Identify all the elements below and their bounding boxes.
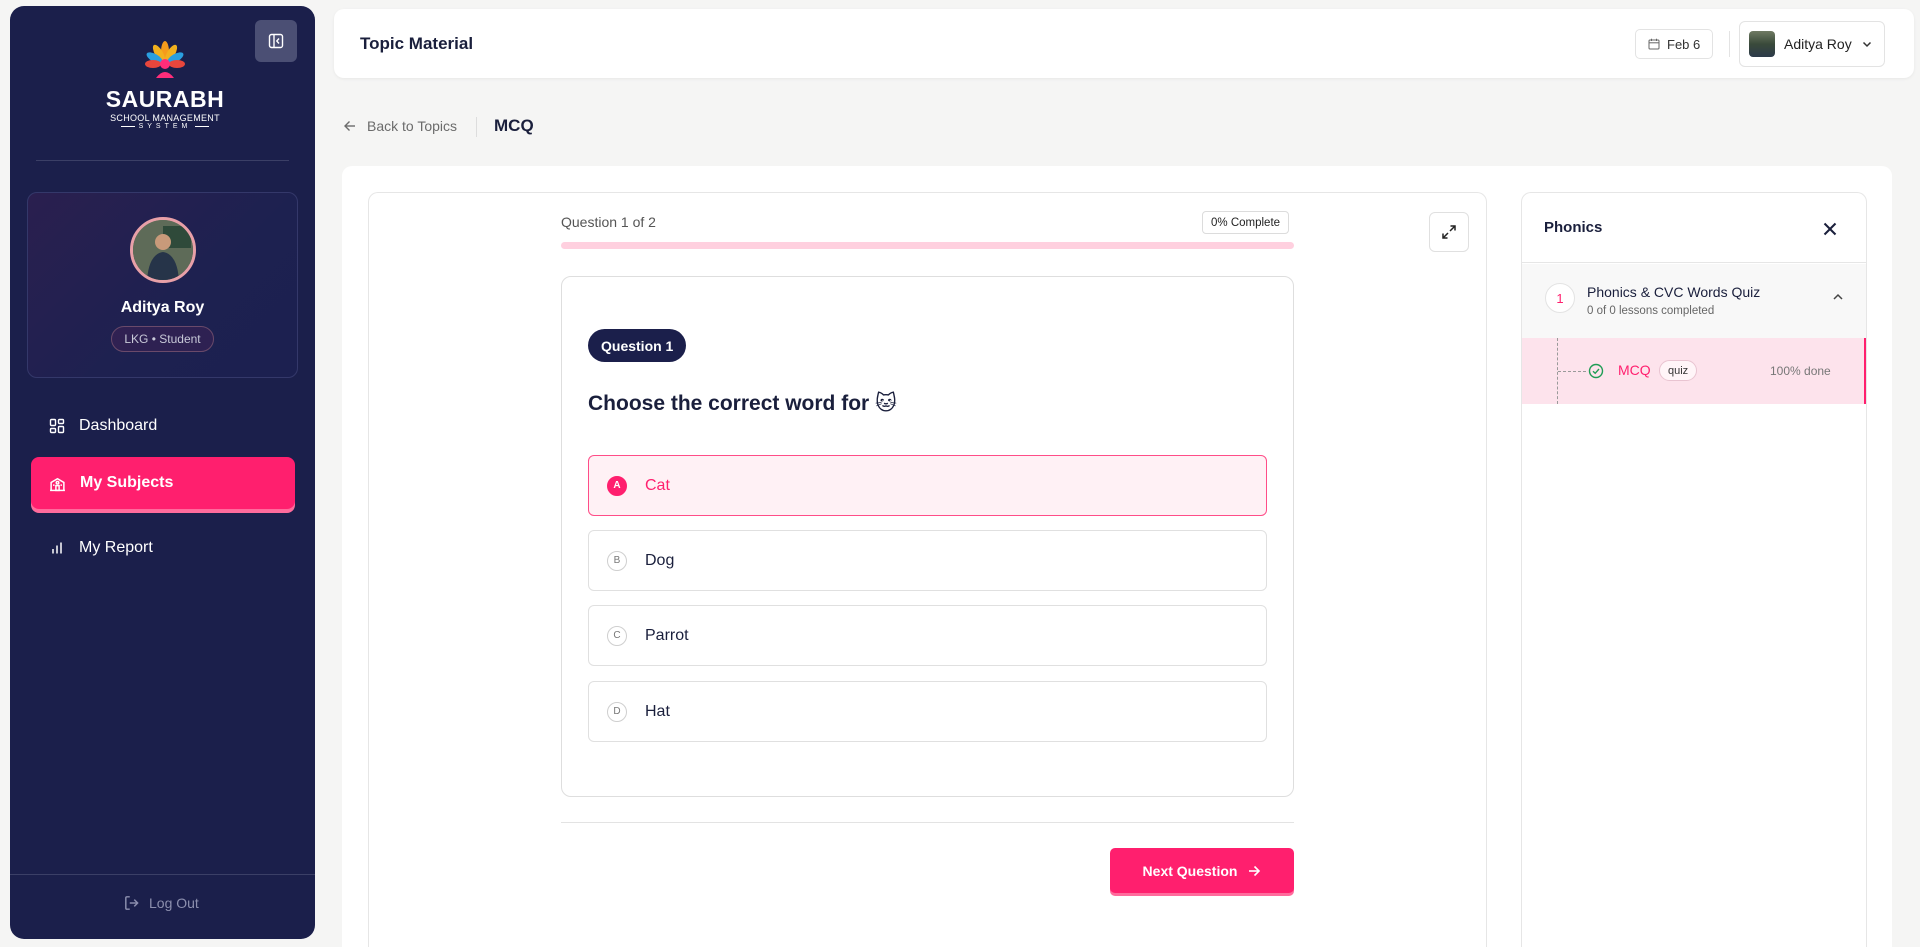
breadcrumb-divider [476,117,477,137]
option-letter: D [607,701,627,722]
answer-option-d[interactable]: D Hat [588,681,1267,742]
fullscreen-button[interactable] [1429,212,1469,252]
sidebar-item-label: Dashboard [79,417,158,434]
avatar [129,217,196,283]
option-letter: C [607,625,627,646]
school-icon [50,477,65,491]
chevron-up-icon[interactable] [1831,290,1845,304]
logout-button[interactable]: Log Out [123,894,199,912]
module-number: 1 [1545,283,1575,313]
logout-icon [125,896,139,910]
close-icon [1823,222,1837,236]
lesson-type-tag: quiz [1659,360,1698,381]
question-text: Choose the correct word for 🐱 [588,392,897,415]
question-progress-label: Question 1 of 2 [561,214,656,230]
profile-card: Aditya Roy LKG • Student [27,192,298,378]
sidebar-item-my-subjects[interactable]: My Subjects [31,457,295,509]
collapse-sidebar-button[interactable] [255,20,297,62]
sidebar-item-my-report[interactable]: My Report [31,522,295,574]
sidebar-collapse-icon [268,33,284,49]
back-link-label: Back to Topics [367,118,458,134]
answer-option-c[interactable]: C Parrot [588,605,1267,666]
avatar [1749,31,1775,57]
next-question-button[interactable]: Next Question [1110,848,1294,893]
logout-label: Log Out [149,895,199,911]
percent-complete-badge: 0% Complete [1202,211,1290,234]
brand-logo: SAURABH SCHOOL MANAGEMENT SYSTEM [105,38,225,138]
tree-connector-horizontal [1558,371,1586,372]
header-divider [1729,31,1730,57]
profile-role-badge: LKG • Student [111,326,214,352]
date-chip: Feb 6 [1635,29,1714,59]
arrow-left-icon [344,121,355,131]
option-text: Parrot [645,626,689,644]
arrow-right-icon [1249,865,1261,876]
lesson-name: MCQ [1618,362,1651,378]
next-question-label: Next Question [1142,862,1238,879]
question-number-badge: Question 1 [588,329,687,362]
panel-header: Phonics [1522,193,1866,263]
module-row[interactable]: 1 Phonics & CVC Words Quiz 0 of 0 lesson… [1522,264,1866,338]
brand-name: SAURABH [105,86,225,112]
sidebar: SAURABH SCHOOL MANAGEMENT SYSTEM Aditya … [10,6,315,939]
quiz-footer-divider [561,822,1294,823]
brand-subtitle: SCHOOL MANAGEMENT [110,113,220,123]
module-progress: 0 of 0 lessons completed [1587,305,1715,317]
profile-name: Aditya Roy [120,299,205,316]
lesson-item-mcq[interactable]: MCQ quiz 100% done [1522,338,1866,404]
logo-flower-icon [145,41,185,78]
option-text: Hat [645,702,670,720]
module-title: Phonics & CVC Words Quiz [1587,284,1761,300]
date-label: Feb 6 [1667,36,1701,52]
brand-tagline: SYSTEM [138,123,192,130]
bar-chart-icon [52,542,62,554]
brand-tagline-row: SYSTEM [120,123,210,130]
answer-option-a[interactable]: A Cat [588,455,1267,516]
page-title: Topic Material [360,34,474,53]
sidebar-item-label: My Report [79,539,153,556]
top-header: Topic Material Feb 6 Aditya Roy [334,9,1914,78]
quiz-progress-bar [561,242,1294,249]
topic-outline-panel: Phonics 1 Phonics & CVC Words Quiz 0 of … [1521,192,1867,947]
expand-icon [1442,225,1456,239]
back-to-topics-link[interactable]: Back to Topics [343,118,457,134]
sidebar-item-label: My Subjects [80,474,174,491]
close-panel-button[interactable] [1817,216,1843,242]
user-name: Aditya Roy [1784,36,1852,52]
sidebar-bottom-divider [10,874,315,875]
user-menu-button[interactable]: Aditya Roy [1739,21,1885,67]
panel-title: Phonics [1544,219,1603,236]
option-text: Cat [645,476,670,494]
chevron-down-icon [1862,41,1871,48]
dashboard-icon [49,418,65,434]
lesson-status: 100% done [1770,364,1831,378]
breadcrumb-current: MCQ [494,116,534,135]
answer-option-b[interactable]: B Dog [588,530,1267,591]
option-letter: A [607,475,627,496]
calendar-icon [1648,38,1660,50]
check-circle-icon [1588,363,1604,379]
option-letter: B [607,550,627,571]
sidebar-divider [36,160,289,161]
option-text: Dog [645,551,675,569]
sidebar-item-dashboard[interactable]: Dashboard [31,400,295,452]
